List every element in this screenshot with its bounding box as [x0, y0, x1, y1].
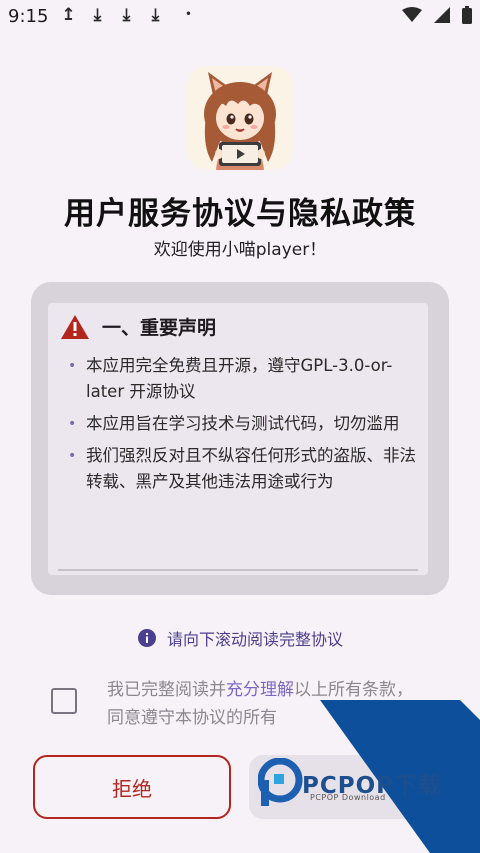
- statement-item: 本应用完全免费且开源，遵守GPL-3.0-or-later 开源协议: [66, 353, 416, 405]
- battery-icon: [462, 6, 472, 24]
- reject-button[interactable]: 拒绝: [33, 755, 231, 819]
- info-icon: [137, 629, 156, 647]
- consent-text[interactable]: 我已完整阅读并充分理解以上所有条款，同意遵守本协议的所有: [107, 676, 427, 732]
- app-icon: [186, 66, 294, 170]
- watermark-subtitle: PCPOP Download: [310, 793, 386, 802]
- consent-text-highlight: 充分理解: [226, 680, 294, 700]
- signal-icon: [434, 7, 450, 23]
- statement-item: 本应用旨在学习技术与测试代码，切勿滥用: [66, 411, 416, 437]
- statement-item: 我们强烈反对且不纵容任何形式的盗版、非法转载、黑产及其他违法用途或行为: [66, 443, 416, 495]
- statement-list: 本应用完全免费且开源，遵守GPL-3.0-or-later 开源协议 本应用旨在…: [66, 353, 416, 501]
- more-notifications-dot: •: [185, 9, 192, 20]
- scroll-hint-text: 请向下滚动阅读完整协议: [166, 630, 343, 649]
- consent-text-prefix: 我已完整阅读并: [107, 680, 226, 700]
- download-notification-icon: ⤓: [122, 5, 131, 25]
- upload-notification-icon: ↥: [61, 5, 76, 25]
- cat-girl-illustration-icon: [186, 66, 294, 170]
- warning-icon: [61, 314, 89, 339]
- status-time: 9:15: [8, 6, 49, 27]
- system-icons: [402, 6, 472, 24]
- section-header: 一、重要声明: [60, 313, 216, 340]
- page-subtitle: 欢迎使用小喵player！: [153, 240, 327, 260]
- status-bar: 9:15 ↥ ⤓ ⤓ ⤓ •: [0, 0, 480, 34]
- section-title: 一、重要声明: [102, 317, 217, 339]
- agreement-scroll-area[interactable]: 一、重要声明 本应用完全免费且开源，遵守GPL-3.0-or-later 开源协…: [48, 303, 428, 575]
- wifi-icon: [402, 7, 422, 22]
- consent-checkbox[interactable]: [51, 688, 77, 714]
- notification-icons: ↥ ⤓ ⤓ ⤓ •: [60, 5, 197, 25]
- download-notification-icon: ⤓: [151, 5, 160, 25]
- divider: [58, 569, 418, 571]
- page-title: 用户服务协议与隐私政策: [64, 196, 416, 232]
- scroll-hint: 请向下滚动阅读完整协议: [0, 626, 480, 650]
- download-notification-icon: ⤓: [93, 5, 102, 25]
